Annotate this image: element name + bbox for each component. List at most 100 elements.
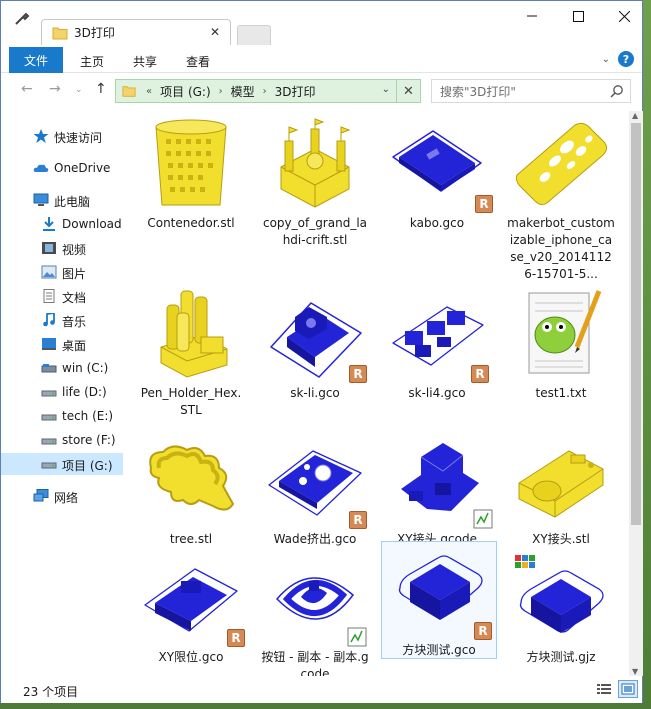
network-icon [33, 489, 49, 502]
sidebar-item-label: 音乐 [62, 315, 87, 329]
breadcrumb-3d-print[interactable]: 3D打印 [275, 83, 316, 100]
file-item[interactable]: 按钮 - 副本 - 副本.gcode [257, 549, 373, 676]
file-name: XY限位.gco [158, 650, 224, 664]
expand-ribbon-icon[interactable]: ⌄ [602, 54, 610, 65]
xy-limit-toolpath-icon [144, 567, 238, 632]
sidebar-item-drive-g[interactable]: 项目 (G:) [1, 453, 123, 475]
forward-button[interactable]: → [49, 81, 61, 97]
system-menu-icon[interactable] [13, 10, 31, 28]
large-icons-view-button[interactable] [618, 680, 638, 698]
sidebar-item-label: Download [62, 217, 122, 231]
sidebar-item-label: life (D:) [62, 385, 107, 399]
star-icon [33, 129, 49, 143]
address-bar[interactable]: « 项目 (G:) › 模型 › 3D打印 ⌄ ✕ [115, 79, 421, 103]
search-icon[interactable] [610, 84, 624, 98]
file-item[interactable]: Contenedor.stl [133, 115, 249, 234]
repetier-badge-icon: R [349, 365, 367, 383]
breadcrumb-drive[interactable]: 项目 (G:) [160, 83, 211, 100]
sidebar-item-this-pc[interactable]: 此电脑 [1, 189, 123, 211]
file-name: Contenedor.stl [147, 216, 235, 230]
breadcrumb-overflow[interactable]: « [146, 86, 152, 97]
file-item[interactable]: makerbot_customizable_iphone_case_v20_20… [503, 115, 619, 285]
back-button[interactable]: ← [21, 81, 33, 97]
maximize-button[interactable] [555, 1, 601, 31]
scroll-up-icon[interactable]: ▲ [632, 111, 638, 120]
ribbon-tab-file[interactable]: 文件 [9, 47, 63, 73]
breadcrumb-separator[interactable]: › [219, 86, 223, 97]
sidebar-item-label: 项目 (G:) [62, 459, 113, 473]
sidebar-item-quick-access[interactable]: 快速访问 [1, 125, 123, 147]
sidebar-item-drive-c[interactable]: win (C:) [1, 357, 123, 379]
file-item[interactable]: XY接头.gcode [379, 431, 495, 550]
file-item[interactable]: R sk-li4.gco [379, 285, 495, 404]
sidebar-item-onedrive[interactable]: OneDrive [1, 157, 123, 179]
sidebar-item-drive-f[interactable]: store (F:) [1, 429, 123, 451]
tab-3d-print[interactable]: 3D打印 ✕ [41, 19, 231, 45]
breadcrumb-separator[interactable]: › [263, 86, 267, 97]
pc-icon [33, 193, 49, 206]
sidebar-item-videos[interactable]: 视频 [1, 237, 123, 259]
file-item[interactable]: XY接头.stl [503, 431, 619, 550]
file-item[interactable]: R XY限位.gco [133, 549, 249, 668]
sidebar-item-label: 视频 [62, 243, 87, 257]
sidebar-item-documents[interactable]: 文档 [1, 285, 123, 307]
details-view-button[interactable] [594, 680, 614, 698]
repetier-badge-icon: R [474, 622, 492, 640]
castle-model-icon [280, 117, 351, 208]
sidebar-item-drive-e[interactable]: tech (E:) [1, 405, 123, 427]
file-item[interactable]: R sk-li.gco [257, 285, 373, 404]
folder-icon [122, 86, 136, 97]
file-item[interactable]: R Wade挤出.gco [257, 431, 373, 550]
sidebar-item-pictures[interactable]: 图片 [1, 261, 123, 283]
file-item-focused[interactable]: R 方块测试.gco [381, 541, 497, 659]
file-item[interactable]: 方块测试.gjz [503, 549, 619, 668]
help-button[interactable]: ? [618, 51, 634, 67]
sidebar-item-desktop[interactable]: 桌面 [1, 333, 123, 355]
new-tab-button[interactable] [237, 25, 271, 45]
file-name: makerbot_customizable_iphone_case_v20_20… [507, 216, 615, 281]
file-item[interactable]: copy_of_grand_lahdi-crift.stl [257, 115, 373, 251]
ribbon-tab-home[interactable]: 主页 [67, 49, 117, 73]
minimize-button[interactable] [509, 1, 555, 31]
onedrive-icon [33, 164, 49, 172]
file-name: Wade挤出.gco [273, 532, 357, 546]
stl-thumbnail [133, 431, 249, 529]
video-icon [42, 242, 56, 254]
sidebar-item-network[interactable]: 网络 [1, 485, 123, 507]
file-name: tree.stl [169, 532, 213, 546]
address-dropdown-icon[interactable]: ⌄ [382, 84, 390, 95]
file-name: copy_of_grand_lahdi-crift.stl [262, 216, 368, 247]
breadcrumb-models[interactable]: 模型 [231, 83, 255, 100]
up-button[interactable]: ↑ [95, 81, 107, 97]
vertical-scrollbar[interactable]: ▲ ▼ [629, 111, 643, 676]
basket-model-icon [155, 119, 227, 205]
file-item[interactable]: R kabo.gco [379, 115, 495, 234]
recent-locations-icon[interactable]: ⌄ [75, 85, 83, 95]
close-button[interactable] [601, 1, 647, 31]
ribbon-tab-view[interactable]: 查看 [173, 49, 223, 73]
folder-icon [52, 27, 68, 39]
view-toggle [594, 680, 638, 698]
scrollbar-thumb[interactable] [631, 123, 641, 525]
file-item[interactable]: tree.stl [133, 431, 249, 550]
sidebar-item-download[interactable]: Download [1, 213, 123, 235]
file-name: sk-li4.gco [408, 386, 466, 400]
sidebar-item-drive-d[interactable]: life (D:) [1, 381, 123, 403]
download-icon [43, 217, 55, 231]
sidebar-item-label: win (C:) [62, 361, 109, 375]
sidebar-item-label: 快速访问 [54, 131, 103, 145]
address-clear-icon[interactable]: ✕ [396, 79, 420, 103]
scroll-down-icon[interactable]: ▼ [632, 667, 638, 676]
tab-close-icon[interactable]: ✕ [210, 25, 220, 39]
file-item[interactable]: Pen_Holder_Hex.STL [133, 285, 249, 421]
search-input[interactable]: 搜索"3D打印" [431, 79, 631, 103]
sidebar-item-label: 图片 [62, 267, 87, 281]
file-item[interactable]: test1.txt [503, 285, 619, 404]
file-name: XY接头.stl [532, 532, 590, 546]
explorer-window: 3D打印 ✕ 文件 主页 共享 查看 ⌄ ? ← → ⌄ ↑ « 项目 (G:)… [0, 0, 643, 703]
ribbon-tab-share[interactable]: 共享 [123, 49, 167, 73]
repetier-badge-icon: R [471, 365, 489, 383]
xy-joint-toolpath-icon [401, 442, 479, 511]
large-icons-view-icon [621, 683, 635, 695]
sidebar-item-music[interactable]: 音乐 [1, 309, 123, 331]
